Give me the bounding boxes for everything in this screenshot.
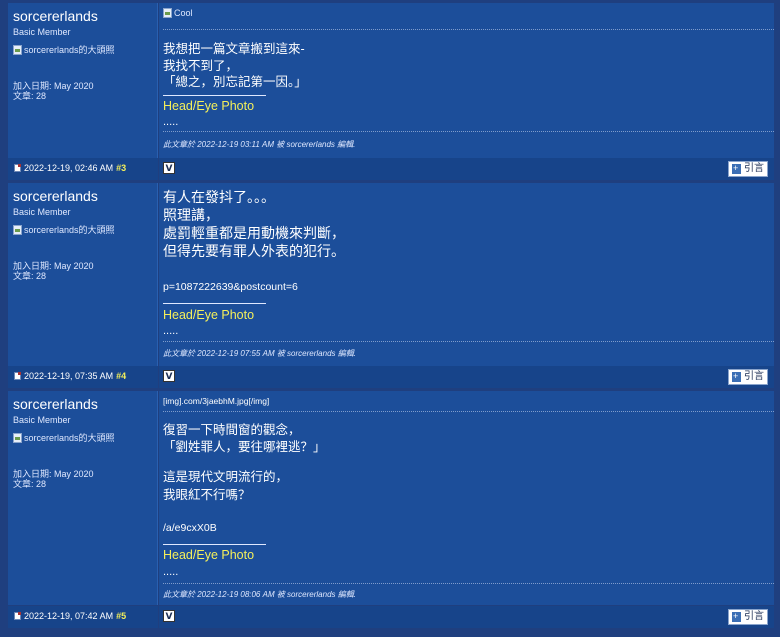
quote-icon [732,161,741,175]
divider [163,131,774,132]
signature-divider [163,303,266,304]
user-title: Basic Member [13,207,71,217]
broken-image-icon [163,8,172,18]
post-5: sorcererlands Basic Member sorcererlands… [0,389,780,637]
quote-icon [732,369,741,383]
signature-dots: ..... [163,325,179,337]
user-title: Basic Member [13,415,71,425]
divider [163,411,774,412]
post-date: 2022-12-19, 07:42 AM [24,611,114,621]
report-icon[interactable]: V [163,370,175,382]
img-bbcode-text: [img].com/3jaebhM.jpg[/img] [163,396,270,406]
avatar-alt-text: sorcererlands的大頭照 [24,225,115,235]
post-3: sorcererlands Basic Member sorcererlands… [0,0,780,181]
broken-image-icon [13,224,22,235]
body-line: 這是現代文明流行的， [163,470,289,484]
body-line: 照理講， [163,207,219,223]
post-number-link[interactable]: #4 [116,371,126,381]
post-footer-actions: V 引言 [159,366,774,388]
signature-title: Head/Eye Photo [163,99,255,113]
signature-dots: ..... [163,116,179,128]
divider [163,29,774,30]
username-link[interactable]: sorcererlands [13,396,98,412]
post-content: Cool 我想把一篇文章搬到這來- 我找不到了， 「總之，別忘記第一因。」 He… [159,3,774,158]
post-footer-actions: V 引言 [159,158,774,180]
user-info-panel: sorcererlands Basic Member sorcererlands… [8,183,158,366]
post-number-link[interactable]: #3 [116,163,126,173]
body-line: 有人在發抖了。。。 [163,189,275,205]
divider [163,583,774,584]
post-footer-actions: V 引言 [159,606,774,628]
post-count: 文章: 28 [13,271,47,281]
report-icon[interactable]: V [163,162,175,174]
body-line: 「劉姓罪人，要往哪裡逃？」 [163,440,326,454]
signature-divider [163,544,266,545]
header-image: Cool [163,8,193,18]
divider [163,341,774,342]
post-content: [img].com/3jaebhM.jpg[/img] 復習一下時間窗的觀念， … [159,391,774,605]
post-count: 文章: 28 [13,479,47,489]
report-icon[interactable]: V [163,610,175,622]
broken-image-icon [13,44,22,55]
post-count: 文章: 28 [13,91,47,101]
avatar-alt-text: sorcererlands的大頭照 [24,45,115,55]
user-title: Basic Member [13,27,71,37]
signature-title: Head/Eye Photo [163,548,255,562]
post-4: sorcererlands Basic Member sorcererlands… [0,181,780,389]
post-date: 2022-12-19, 07:35 AM [24,371,114,381]
quote-label: 引言 [744,371,764,382]
signature-divider [163,95,266,96]
broken-image-icon [13,432,22,443]
post-number-link[interactable]: #5 [116,611,126,621]
quote-button[interactable]: 引言 [728,161,768,177]
quote-label: 引言 [744,163,764,174]
body-line: 處罰輕重都是用動機來判斷， [163,225,345,241]
edit-note: 此文章於 2022-12-19 07:55 AM 被 sorcererlands… [163,349,356,358]
avatar[interactable]: sorcererlands的大頭照 [13,43,115,56]
post-footer-date: 2022-12-19, 07:35 AM #4 [8,366,158,388]
post-icon [14,612,21,620]
user-info-panel: sorcererlands Basic Member sorcererlands… [8,391,158,605]
post-icon [14,164,21,172]
body-line: 但得先要有罪人外表的犯行。 [163,243,345,259]
avatar[interactable]: sorcererlands的大頭照 [13,431,115,444]
header-image-alt: Cool [174,8,193,18]
post-date: 2022-12-19, 02:46 AM [24,163,114,173]
user-info-panel: sorcererlands Basic Member sorcererlands… [8,3,158,158]
body-line: 我眼紅不行嗎？ [163,488,251,502]
post-icon [14,372,21,380]
link-text[interactable]: p=1087222639&postcount=6 [163,281,298,293]
username-link[interactable]: sorcererlands [13,8,98,24]
post-content: 有人在發抖了。。。 照理講， 處罰輕重都是用動機來判斷， 但得先要有罪人外表的犯… [159,183,774,366]
quote-button[interactable]: 引言 [728,369,768,385]
quote-label: 引言 [744,611,764,622]
edit-note: 此文章於 2022-12-19 03:11 AM 被 sorcererlands… [163,140,356,149]
avatar[interactable]: sorcererlands的大頭照 [13,223,115,236]
edit-note: 此文章於 2022-12-19 08:06 AM 被 sorcererlands… [163,590,356,599]
link-text[interactable]: /a/e9cxX0B [163,522,217,534]
post-footer-date: 2022-12-19, 02:46 AM #3 [8,158,158,180]
quote-icon [732,609,741,623]
username-link[interactable]: sorcererlands [13,188,98,204]
signature-dots: ..... [163,566,179,578]
quote-button[interactable]: 引言 [728,609,768,625]
signature-title: Head/Eye Photo [163,308,255,322]
avatar-alt-text: sorcererlands的大頭照 [24,433,115,443]
body-line: 「總之，別忘記第一因。」 [163,75,307,89]
post-footer-date: 2022-12-19, 07:42 AM #5 [8,606,158,628]
